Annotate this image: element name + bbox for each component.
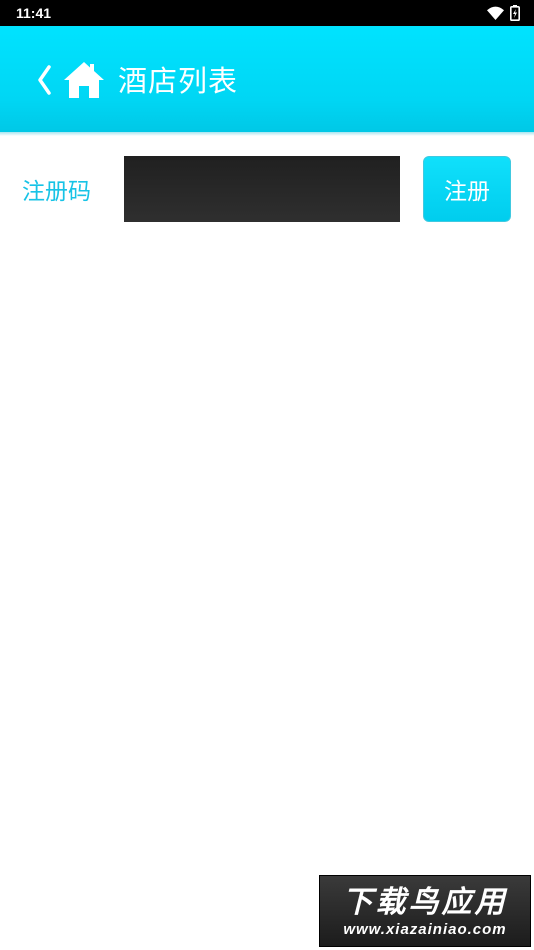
battery-charging-icon <box>510 5 520 21</box>
home-icon <box>64 62 104 98</box>
back-button[interactable] <box>32 62 56 98</box>
header-shadow <box>0 132 534 136</box>
status-icons <box>487 5 520 21</box>
watermark-logo: 下载鸟应用 www.xiazainiao.com <box>319 875 531 947</box>
registration-code-label: 注册码 <box>22 179 91 205</box>
chevron-left-icon <box>38 65 51 95</box>
register-button[interactable]: 注册 <box>423 156 511 222</box>
page-title: 酒店列表 <box>118 64 239 98</box>
register-row: 注册码 注册 <box>0 156 534 222</box>
watermark-title: 下载鸟应用 <box>342 884 508 920</box>
registration-code-input[interactable] <box>124 156 400 222</box>
status-bar: 11:41 <box>0 0 534 26</box>
app-header: 酒店列表 <box>0 26 534 132</box>
status-time: 11:41 <box>16 5 52 21</box>
wifi-icon <box>487 6 504 20</box>
home-button[interactable] <box>63 60 105 100</box>
watermark-url: www.xiazainiao.com <box>343 920 507 938</box>
